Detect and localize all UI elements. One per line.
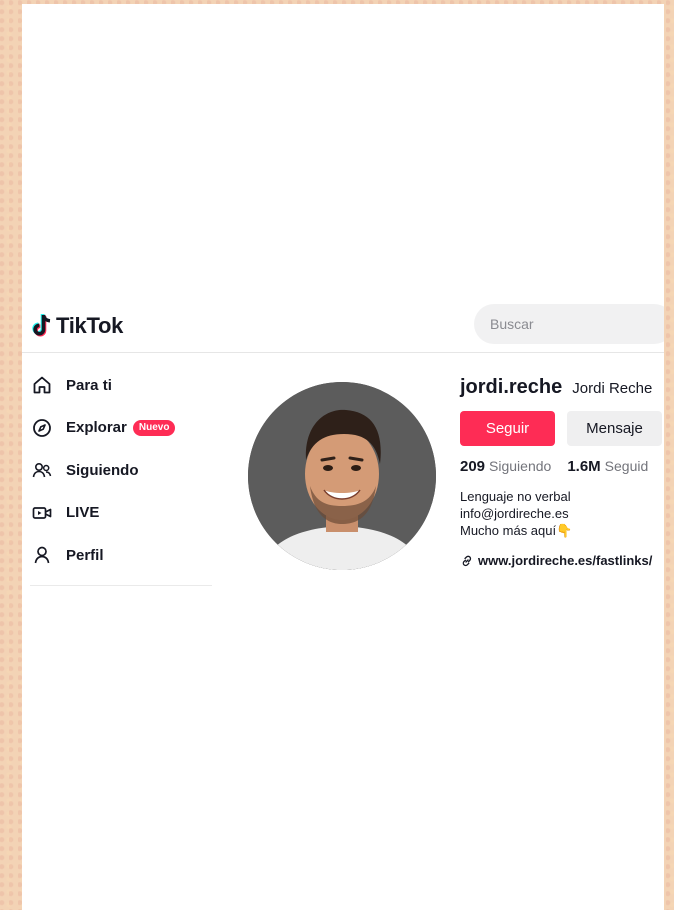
bio-line: Mucho más aquí👇 — [460, 523, 573, 538]
following-label: Siguiendo — [489, 458, 552, 474]
bio-line: Lenguaje no verbal — [460, 489, 571, 504]
follow-button[interactable]: Seguir — [460, 411, 555, 446]
followers-label: Seguid — [604, 458, 649, 474]
person-icon — [32, 545, 52, 565]
top-bar: TikTok Buscar — [22, 300, 664, 353]
tiktok-note-icon — [32, 314, 51, 337]
people-icon — [32, 460, 52, 480]
following-count: 209 — [460, 458, 486, 475]
sidebar-item-live[interactable]: LIVE — [22, 492, 212, 535]
home-icon — [32, 375, 52, 395]
sidebar-divider — [30, 585, 212, 586]
profile-actions: Seguir Mensaje — [460, 411, 664, 446]
sidebar-item-label: Explorar — [66, 419, 127, 437]
sidebar-item-label: LIVE — [66, 504, 100, 522]
link-icon — [462, 555, 472, 566]
search-input[interactable]: Buscar — [474, 304, 664, 344]
logo-text: TikTok — [56, 313, 124, 338]
sidebar-item-label: Para ti — [66, 376, 112, 394]
profile-stats: 209 Siguiendo 1.6M Seguid — [460, 458, 664, 476]
screenshot-card: TikTok Buscar Para ti Explorar Nuevo Sig… — [22, 4, 664, 910]
link-text: www.jordireche.es/fastlinks/ — [478, 553, 653, 568]
profile-info: jordi.reche Jordi Reche Seguir Mensaje 2… — [460, 376, 664, 568]
bio-line: info@jordireche.es — [460, 506, 569, 521]
sidebar-item-perfil[interactable]: Perfil — [22, 534, 212, 577]
sidebar-item-para-ti[interactable]: Para ti — [22, 364, 212, 407]
username: jordi.reche — [460, 376, 563, 398]
sidebar-item-siguiendo[interactable]: Siguiendo — [22, 449, 212, 492]
nickname: Jordi Reche — [572, 380, 653, 397]
sidebar-item-label: Perfil — [66, 546, 104, 564]
compass-icon — [32, 418, 52, 438]
sidebar-item-explorar[interactable]: Explorar Nuevo — [22, 407, 212, 450]
search-placeholder: Buscar — [490, 316, 534, 332]
name-row: jordi.reche Jordi Reche — [460, 376, 664, 399]
sidebar-item-label: Siguiendo — [66, 461, 139, 479]
live-icon — [32, 503, 52, 523]
following-stat[interactable]: 209 Siguiendo — [460, 458, 551, 476]
new-badge: Nuevo — [132, 419, 176, 436]
message-button[interactable]: Mensaje — [567, 411, 662, 446]
avatar[interactable] — [248, 382, 436, 570]
tiktok-logo[interactable]: TikTok — [30, 310, 123, 342]
followers-count: 1.6M — [567, 458, 601, 475]
profile-bio: Lenguaje no verbal info@jordireche.es Mu… — [460, 488, 664, 539]
sidebar-nav: Para ti Explorar Nuevo Siguiendo LIVE Pe… — [22, 364, 212, 577]
avatar-portrait — [248, 382, 436, 570]
profile-link[interactable]: www.jordireche.es/fastlinks/ — [460, 553, 664, 568]
followers-stat[interactable]: 1.6M Seguid — [567, 458, 648, 476]
